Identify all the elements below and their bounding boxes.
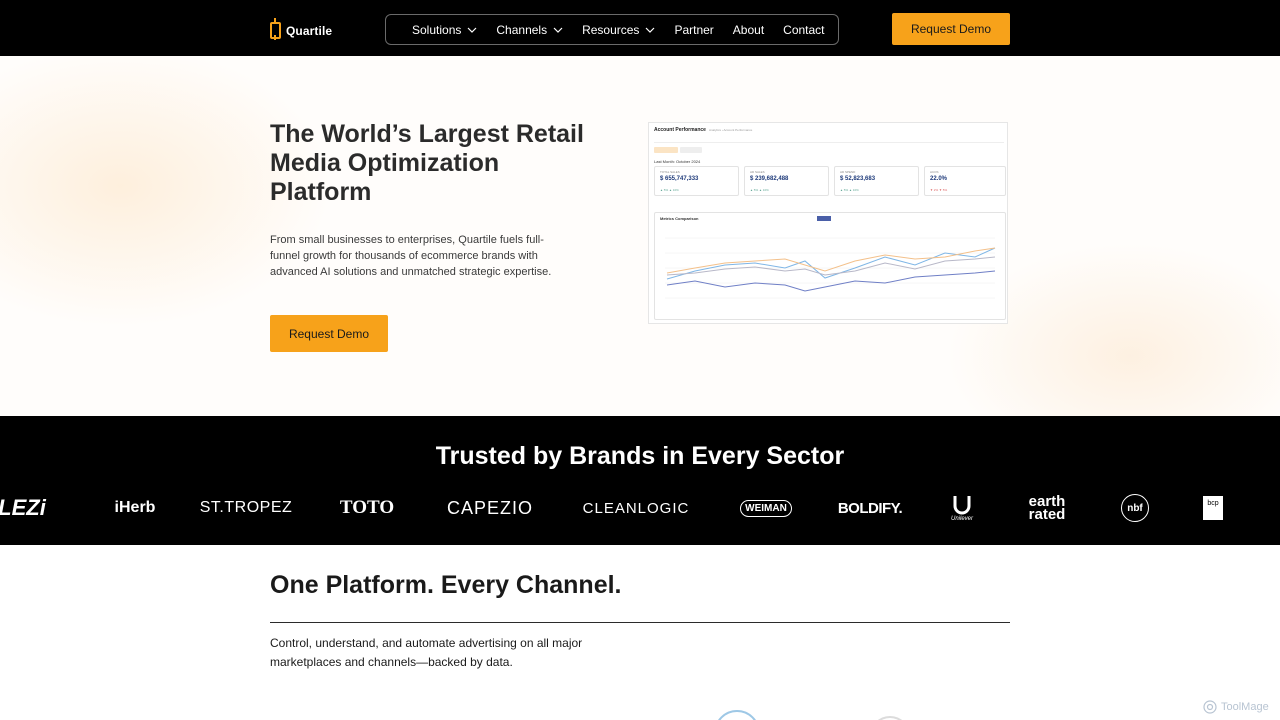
nav-label: About <box>732 22 765 37</box>
kpi-delta: ▼ 2% ▼ 5% <box>930 188 948 192</box>
metrics-comparison-chart: Metrics Comparison <box>654 212 1006 320</box>
chart-line-gray <box>666 256 996 276</box>
channels-subtitle: Control, understand, and automate advert… <box>270 636 583 669</box>
kpi-label: TOTAL SALES <box>660 170 680 174</box>
brand-logo-weiman: WEIMAN <box>740 494 792 522</box>
kpi-value: $ 655,747,333 <box>660 176 699 182</box>
channels-title: One Platform. Every Channel. <box>270 571 622 599</box>
channel-icon-circle[interactable] <box>870 716 910 720</box>
dashboard-period: Last Month: October 2024 <box>654 159 701 164</box>
brand-logo-boldify: BOLDIFY. <box>837 499 903 517</box>
request-demo-button[interactable]: Request Demo <box>892 13 1010 45</box>
nav-about[interactable]: About <box>733 23 764 37</box>
brand-logo-earthrated: earth rated <box>1028 493 1066 523</box>
brand-logo-bcp: bcp <box>1202 494 1224 522</box>
nav-label: Channels <box>496 22 548 37</box>
kpi-label: ACOS <box>930 170 939 174</box>
brand-logo-sttropez: ST.TROPEZ <box>199 499 293 516</box>
kpi-label: AD SPEND <box>840 170 856 174</box>
kpi-value: $ 52,823,683 <box>840 176 876 182</box>
nav-contact[interactable]: Contact <box>783 23 824 37</box>
brand-logo-nbf: nbf <box>1120 494 1150 522</box>
quartile-logo[interactable]: Quartile <box>270 18 332 40</box>
dashboard-title: Account Performance <box>654 127 706 133</box>
channel-icon-circle[interactable] <box>714 710 760 720</box>
nav-label: Solutions <box>412 22 462 37</box>
nav-label: Partner <box>674 22 714 37</box>
section-divider <box>270 622 1010 623</box>
brand-logo-cleanlogic: CLEANLOGIC <box>582 499 690 517</box>
kpi-label: AD SALES <box>750 170 765 174</box>
nav-label: Contact <box>783 22 825 37</box>
logo-text: Quartile <box>286 24 333 38</box>
chart-gridlines <box>665 237 995 299</box>
metrics-chart-svg <box>665 216 996 299</box>
chevron-down-icon <box>467 27 477 33</box>
toolmage-logo-icon <box>1203 700 1217 714</box>
unilever-u-icon <box>953 496 971 515</box>
nav-partner[interactable]: Partner <box>674 23 713 37</box>
nav-solutions[interactable]: Solutions <box>412 23 477 37</box>
metrics-chart-title: Metrics Comparison <box>660 216 699 221</box>
kpi-delta: ▲ 5% ▲ 10% <box>840 188 859 192</box>
brand-logo-lezi: LEZi <box>0 495 46 520</box>
hero-request-demo-button[interactable]: Request Demo <box>270 315 388 352</box>
hero-title: The World’s Largest Retail Media Optimiz… <box>270 120 584 206</box>
kpi-value: $ 239,682,488 <box>750 176 789 182</box>
hero-subtitle: From small businesses to enterprises, Qu… <box>270 234 552 278</box>
dashboard-breadcrumb: Analytics › Account Performance <box>709 128 753 132</box>
kpi-delta: ▲ 5% ▲ 10% <box>660 188 679 192</box>
nav-resources[interactable]: Resources <box>582 23 655 37</box>
kpi-card: ACOS 22.0% ▼ 2% ▼ 5% <box>924 166 1006 196</box>
chart-toggle <box>817 216 831 221</box>
unilever-wordmark: Unilever <box>950 516 973 522</box>
kpi-card: AD SALES $ 239,682,488 ▲ 5% ▲ 10% <box>744 166 829 196</box>
dashboard-tab-active <box>654 147 678 153</box>
nav-channels[interactable]: Channels <box>496 23 563 37</box>
watermark: ToolMage <box>1203 700 1269 714</box>
weiman-badge: WEIMAN <box>740 499 792 517</box>
brands-title: Trusted by Brands in Every Sector <box>435 442 845 470</box>
kpi-card: AD SPEND $ 52,823,683 ▲ 5% ▲ 10% <box>834 166 919 196</box>
chevron-down-icon <box>553 27 563 33</box>
dashboard-filter-bar <box>654 137 1004 143</box>
kpi-value: 22.0% <box>930 176 948 182</box>
brands-section: Trusted by Brands in Every Sector LEZi i… <box>0 416 1280 545</box>
bcp-badge: bcp <box>1203 496 1223 520</box>
brand-logo-unilever: Unilever <box>948 490 976 526</box>
nav-label: Resources <box>582 22 640 37</box>
watermark-text: ToolMage <box>1221 701 1269 713</box>
top-navigation: Quartile Solutions Channels Resources Pa… <box>0 0 1280 56</box>
brand-logo-iherb: iHerb <box>114 499 156 516</box>
main-nav: Solutions Channels Resources Partner Abo… <box>385 14 839 45</box>
brand-logo-toto: TOTO <box>339 497 395 518</box>
dashboard-tab <box>680 147 702 153</box>
quartile-logo-icon <box>270 18 281 40</box>
brand-logo-capezio: CAPEZIO <box>446 497 533 518</box>
hero-section: The World’s Largest Retail Media Optimiz… <box>0 56 1280 416</box>
kpi-delta: ▲ 5% ▲ 10% <box>750 188 769 192</box>
kpi-card: TOTAL SALES $ 655,747,333 ▲ 5% ▲ 10% <box>654 166 739 196</box>
chevron-down-icon <box>646 27 655 33</box>
dashboard-screenshot: Account Performance Analytics › Account … <box>648 122 1008 324</box>
nbf-badge: nbf <box>1121 494 1149 522</box>
